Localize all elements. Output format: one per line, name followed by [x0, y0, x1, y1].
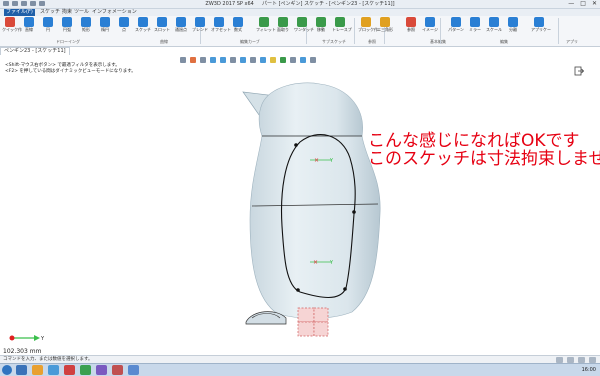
start-button[interactable] [2, 365, 12, 375]
app-icon[interactable] [80, 365, 91, 375]
selection-box[interactable] [297, 321, 315, 337]
penguin-head [258, 82, 363, 137]
app-icon[interactable] [128, 365, 139, 375]
sketch-point[interactable] [296, 288, 300, 292]
sketch-point[interactable] [352, 210, 356, 214]
windows-taskbar: 16:00 [0, 363, 600, 376]
taskbar-apps[interactable] [16, 365, 139, 375]
system-clock[interactable]: 16:00 [582, 364, 596, 376]
zw3d-app-icon[interactable] [64, 365, 75, 375]
selection-box[interactable] [313, 307, 329, 323]
svg-text:×: × [314, 157, 319, 164]
sketch-point[interactable] [343, 287, 347, 291]
selection-box[interactable] [297, 307, 315, 323]
coordinate-readout: 102.303 mm [3, 348, 42, 355]
sketch-point[interactable] [294, 143, 298, 147]
svg-text:×: × [313, 259, 318, 266]
folder-icon[interactable] [32, 365, 43, 375]
axis-triad-icon: Y [9, 335, 45, 342]
annotation-line-2: このスケッチは寸法拘束しません [368, 149, 600, 169]
app-icon[interactable] [96, 365, 107, 375]
model-viewport[interactable]: × Y × Y [0, 0, 600, 375]
selection-box[interactable] [313, 321, 329, 337]
axis-label-y: Y [40, 336, 45, 342]
browser-icon[interactable] [48, 365, 59, 375]
explorer-icon[interactable] [16, 365, 27, 375]
app-icon[interactable] [112, 365, 123, 375]
